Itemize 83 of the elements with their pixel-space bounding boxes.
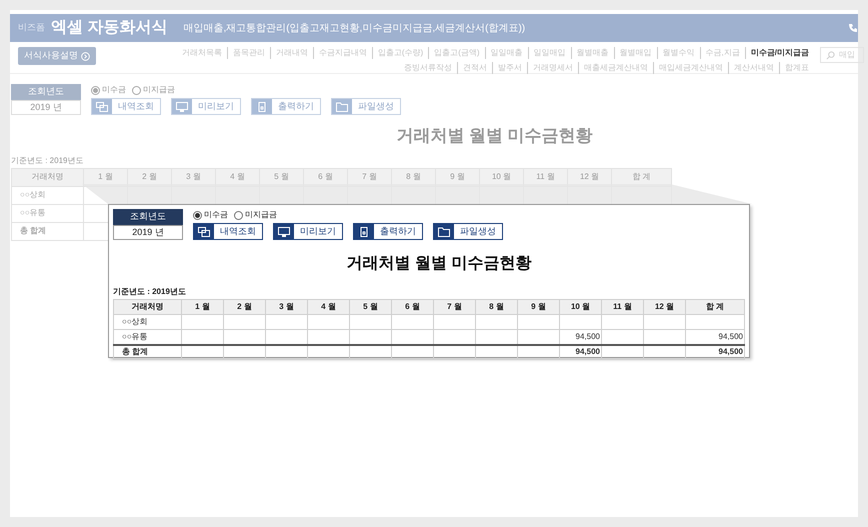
monitor-icon bbox=[278, 226, 290, 236]
nav-link[interactable]: 견적서 bbox=[457, 62, 492, 74]
nav-link[interactable]: 입출고(수량) bbox=[372, 47, 428, 59]
nav-link[interactable]: 매입세금계산내역 bbox=[653, 62, 728, 74]
nav-link[interactable]: 증빙서류작성 bbox=[399, 62, 457, 74]
search-icon bbox=[826, 50, 835, 60]
monitor-icon bbox=[176, 102, 188, 112]
toolbar-button[interactable]: 파일생성 bbox=[433, 223, 503, 240]
row-name: ○○상회 bbox=[114, 314, 182, 330]
column-header: 6 월 bbox=[392, 300, 434, 314]
radio-label: 미지급금 bbox=[143, 84, 175, 96]
toolbar-button[interactable]: 출력하기 bbox=[251, 98, 321, 115]
row-name: ○○상회 bbox=[12, 186, 84, 204]
amount-cell: 94,500 bbox=[560, 344, 602, 360]
nav-link[interactable]: 거래명세서 bbox=[527, 62, 578, 74]
windows-icon bbox=[96, 102, 108, 112]
radio-label: 미지급금 bbox=[245, 209, 277, 221]
document-icon bbox=[358, 226, 370, 236]
column-header: 8 월 bbox=[476, 300, 518, 314]
nav-link[interactable]: 월별매입 bbox=[614, 47, 657, 59]
year-field[interactable]: 2019 년 bbox=[113, 225, 183, 240]
radio-button[interactable] bbox=[193, 210, 202, 220]
toolbar-button[interactable]: 미리보기 bbox=[273, 223, 343, 240]
toolbar-button[interactable]: 파일생성 bbox=[331, 98, 401, 115]
radio-button[interactable] bbox=[91, 86, 100, 94]
report-title: 거래처별 월별 미수금현황 bbox=[346, 254, 532, 274]
guide-button[interactable]: 서식사용설명 bbox=[18, 47, 96, 65]
brand-label: 비즈폼 bbox=[18, 21, 45, 34]
column-header: 12 월 bbox=[644, 300, 686, 314]
nav-link[interactable]: 월별매출 bbox=[570, 47, 614, 59]
nav-link[interactable]: 수금,지급 bbox=[700, 47, 745, 59]
row-name: 총 합계 bbox=[114, 344, 182, 360]
column-header: 10 월 bbox=[560, 300, 602, 314]
folder-icon bbox=[336, 102, 348, 112]
nav-link[interactable]: 거래내역 bbox=[270, 47, 313, 59]
nav-link[interactable]: 거래처목록 bbox=[176, 47, 227, 59]
radio-button[interactable] bbox=[234, 210, 243, 220]
document-icon bbox=[256, 102, 268, 112]
year-label: 조회년도 bbox=[11, 84, 81, 100]
row-name: 총 합계 bbox=[12, 222, 84, 240]
toolbar-button[interactable]: 내역조회 bbox=[91, 98, 161, 115]
radio-label: 미수금 bbox=[204, 209, 228, 221]
nav-link[interactable]: 매출세금계산내역 bbox=[578, 62, 653, 74]
column-header: 5 월 bbox=[350, 300, 392, 314]
radio-button[interactable] bbox=[132, 86, 141, 94]
folder-icon bbox=[438, 226, 450, 236]
toolbar-button[interactable]: 미리보기 bbox=[171, 98, 241, 115]
base-year: 기준년도 : 2019년도 bbox=[113, 287, 186, 296]
toolbar-button[interactable]: 출력하기 bbox=[353, 223, 423, 240]
nav-link[interactable]: 월별수익 bbox=[656, 47, 700, 59]
nav-link[interactable]: 합계표 bbox=[779, 62, 814, 74]
phone-icon bbox=[848, 23, 858, 33]
app-title: 엑셀 자동화서식 bbox=[51, 18, 168, 38]
column-header: 7 월 bbox=[434, 300, 476, 314]
nav-link[interactable]: 일일매입 bbox=[528, 47, 571, 59]
column-header: 11 월 bbox=[602, 300, 644, 314]
windows-icon bbox=[198, 226, 210, 236]
column-header: 1 월 bbox=[182, 300, 224, 314]
year-field[interactable]: 2019 년 bbox=[11, 100, 81, 115]
app-subtitle: 매입매출,재고통합관리(입출고재고현황,미수금미지급금,세금계산서(합계표)) bbox=[183, 22, 526, 36]
row-name: ○○유통 bbox=[114, 330, 182, 344]
column-header: 4 월 bbox=[308, 300, 350, 314]
column-header: 거래처명 bbox=[12, 168, 84, 186]
column-header: 9 월 bbox=[518, 300, 560, 314]
toolbar-button[interactable]: 내역조회 bbox=[193, 223, 263, 240]
amount-cell: 94,500 bbox=[686, 344, 744, 360]
nav-link[interactable]: 미수금/미지급금 bbox=[744, 47, 814, 59]
nav-link[interactable]: 수금지급내역 bbox=[312, 47, 372, 59]
nav-link[interactable]: 입출고(금액) bbox=[428, 47, 485, 59]
radio-label: 미수금 bbox=[102, 84, 126, 96]
column-header: 2 월 bbox=[224, 300, 266, 314]
year-label: 조회년도 bbox=[113, 209, 183, 225]
column-header: 거래처명 bbox=[114, 300, 182, 314]
column-header: 3 월 bbox=[266, 300, 308, 314]
nav-link[interactable]: 품목관리 bbox=[226, 47, 270, 59]
nav-link[interactable]: 발주서 bbox=[492, 62, 527, 74]
column-header: 합 계 bbox=[686, 300, 744, 314]
nav-link[interactable]: 일일매출 bbox=[484, 47, 528, 59]
base-year: 기준년도 : 2019년도 bbox=[11, 156, 84, 164]
row-name: ○○유통 bbox=[12, 204, 84, 222]
arrow-circle-icon bbox=[81, 52, 90, 60]
report-title: 거래처별 월별 미수금현황 bbox=[396, 125, 593, 147]
nav-link[interactable]: 계산서내역 bbox=[728, 62, 779, 74]
